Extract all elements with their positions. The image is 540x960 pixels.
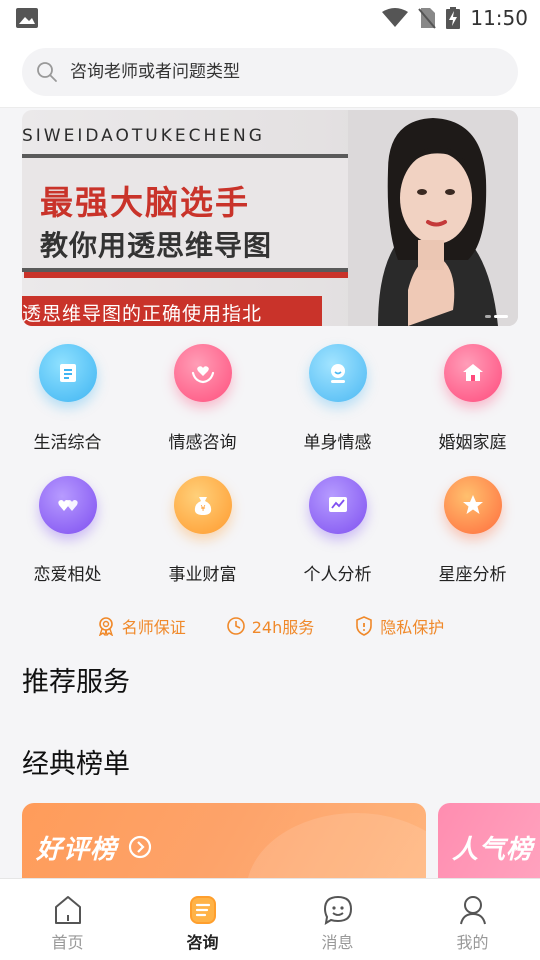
category-label: 个人分析 (303, 565, 372, 585)
home-icon (54, 896, 81, 924)
promo-banner[interactable]: SIWEIDAOTUKECHENG 最强大脑选手 教你用透思维导图 透思维导图的… (22, 110, 518, 326)
consult-icon (189, 896, 216, 924)
star-icon (443, 476, 502, 534)
category-grid: 生活综合 情感咨询 单身情感 婚姻家庭 恋爱相处 ¥ 事业财富 个人分析 星座分… (0, 336, 540, 596)
money-bag-icon: ¥ (173, 476, 232, 534)
status-bar: 11:50 (0, 0, 540, 36)
bottom-nav: 首页 咨询 消息 我的 (0, 878, 540, 960)
ranking-title: 人气榜 (452, 835, 534, 865)
card-decoration (246, 813, 426, 883)
banner-bottom-text: 透思维导图的正确使用指北 (22, 303, 263, 325)
shield-icon (356, 616, 373, 636)
category-label: 事业财富 (168, 565, 237, 585)
guarantee-row: 名师保证 24h服务 隐私保护 (0, 612, 540, 640)
category-item[interactable]: 生活综合 (0, 336, 135, 466)
wifi-icon (382, 8, 409, 27)
battery-charging-icon (446, 7, 461, 29)
search-area (0, 36, 540, 108)
ranking-card-popular[interactable]: 人气榜 (438, 803, 540, 883)
chart-icon (308, 476, 367, 534)
guarantee-label: 名师保证 (121, 618, 186, 637)
pager-dot (485, 315, 491, 318)
nav-label: 我的 (456, 933, 489, 952)
category-label: 星座分析 (438, 565, 507, 585)
two-hearts-icon (38, 476, 97, 534)
search-bar[interactable] (22, 48, 518, 96)
section-title-rankings: 经典榜单 (22, 749, 130, 780)
svg-text:¥: ¥ (200, 504, 205, 513)
banner-pager (485, 315, 508, 318)
category-label: 婚姻家庭 (438, 433, 507, 453)
banner-headline: 最强大脑选手 (40, 183, 250, 222)
heart-hands-icon (173, 344, 232, 402)
scroll-icon (38, 344, 97, 402)
category-label: 生活综合 (33, 433, 102, 453)
category-label: 恋爱相处 (33, 565, 102, 585)
nav-item-messages[interactable]: 消息 (270, 879, 405, 960)
clock-icon (226, 617, 245, 635)
nav-item-profile[interactable]: 我的 (405, 879, 540, 960)
nav-label: 首页 (51, 933, 84, 952)
banner-subhead: 教你用透思维导图 (40, 229, 273, 262)
banner-strip: 透思维导图的正确使用指北 (22, 296, 322, 326)
nav-label: 消息 (321, 933, 354, 952)
status-icons: 11:50 (382, 6, 528, 30)
message-icon (323, 895, 352, 925)
ranking-title: 好评榜 (36, 835, 118, 865)
category-label: 单身情感 (303, 433, 372, 453)
search-input[interactable] (70, 62, 470, 82)
no-sim-icon (418, 8, 437, 29)
nav-item-consult[interactable]: 咨询 (135, 879, 270, 960)
banner-portrait (348, 110, 518, 326)
category-item[interactable]: 婚姻家庭 (405, 336, 540, 466)
section-title-recommended: 推荐服务 (22, 667, 130, 698)
category-item[interactable]: 恋爱相处 (0, 468, 135, 598)
search-icon (37, 62, 57, 82)
guarantee-item: 名师保证 (96, 612, 186, 640)
arrow-right-icon (128, 835, 152, 859)
pager-dot-active (494, 315, 508, 318)
category-item[interactable]: 星座分析 (405, 468, 540, 598)
category-item[interactable]: ¥ 事业财富 (135, 468, 270, 598)
category-label: 情感咨询 (168, 433, 237, 453)
guarantee-label: 隐私保护 (380, 618, 445, 637)
guarantee-label: 24h服务 (251, 618, 315, 637)
badge-icon (98, 617, 113, 636)
category-item[interactable]: 单身情感 (270, 336, 405, 466)
category-item[interactable]: 情感咨询 (135, 336, 270, 466)
person-icon (308, 344, 367, 402)
banner-panel: 最强大脑选手 教你用透思维导图 (22, 154, 362, 272)
guarantee-item: 隐私保护 (354, 612, 444, 640)
category-item[interactable]: 个人分析 (270, 468, 405, 598)
profile-icon (459, 896, 486, 925)
nav-item-home[interactable]: 首页 (0, 879, 135, 960)
house-icon (443, 344, 502, 402)
clock-time: 11:50 (470, 6, 528, 30)
nav-label: 咨询 (186, 933, 219, 952)
ranking-card-good[interactable]: 好评榜 (22, 803, 426, 883)
gallery-icon (16, 8, 38, 28)
banner-pinyin: SIWEIDAOTUKECHENG (22, 126, 265, 146)
guarantee-item: 24h服务 (226, 612, 315, 640)
